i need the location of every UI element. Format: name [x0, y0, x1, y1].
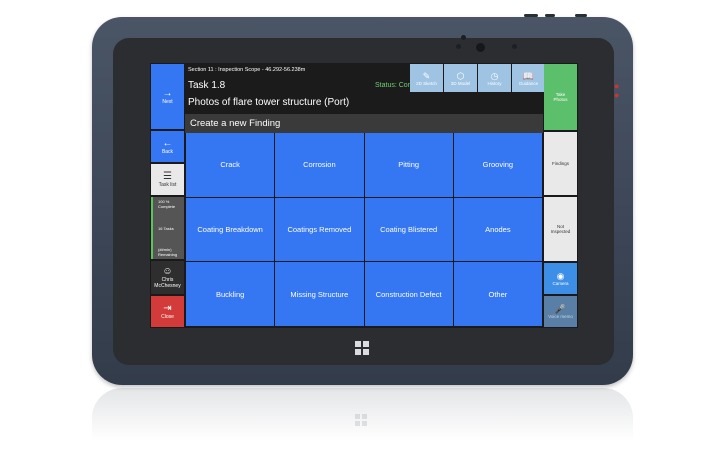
finding-tile[interactable]: Crack [186, 133, 275, 197]
task-list-label: Task list [158, 182, 177, 188]
tablet-top-button [545, 14, 555, 17]
tasks-text: 16 Tasks [158, 225, 174, 231]
sketch-icon: ✎ [422, 70, 431, 81]
3d-model-label: 3D Model [450, 80, 471, 86]
finding-tile[interactable]: Other [453, 262, 542, 326]
finding-tile[interactable]: Pitting [364, 133, 453, 197]
progress-status: 100 % Complete 16 Tasks (##min) Remainin… [151, 197, 184, 259]
windows-reflection-icon [355, 414, 367, 426]
finding-tile[interactable]: Construction Defect [364, 262, 453, 326]
finding-tile[interactable]: Missing Structure [275, 262, 364, 326]
camera-button[interactable]: ◉ Camera [544, 263, 577, 294]
take-photos-button[interactable]: Take Photos [544, 64, 577, 130]
finding-tile[interactable]: Grooving [453, 133, 542, 197]
finding-tile[interactable]: Coatings Removed [275, 197, 364, 262]
task-title: Photos of flare tower structure (Port) [188, 97, 350, 108]
tablet-top-button [575, 14, 587, 17]
user-icon: ☺ [162, 266, 173, 277]
history-button[interactable]: ◷ History [478, 64, 511, 92]
user-button[interactable]: ☺ Chris McChesney [151, 261, 184, 294]
microphone-icon: 🎤 [554, 304, 567, 314]
menu-icon: ☰ [163, 171, 172, 182]
windows-pane [355, 349, 361, 355]
sensor-icon [461, 35, 466, 40]
voice-memo-label: Voice memo [548, 314, 573, 319]
task-list-button[interactable]: ☰ Task list [151, 164, 184, 195]
finding-tile[interactable]: Corrosion [275, 133, 364, 197]
finding-tile[interactable]: Anodes [453, 197, 542, 262]
complete-text: 100 % Complete [158, 199, 176, 209]
voice-memo-button[interactable]: 🎤 Voice memo [544, 296, 577, 327]
next-button[interactable]: → Next [151, 64, 184, 129]
findings-button[interactable]: Findings [544, 132, 577, 195]
exit-icon: ⇥ [163, 303, 172, 314]
clock-icon: ◷ [490, 70, 499, 81]
finding-grid: Crack Corrosion Pitting Grooving Coating… [186, 133, 542, 326]
back-label: Back [161, 149, 174, 155]
windows-pane [363, 349, 369, 355]
3d-model-button[interactable]: ⬡ 3D Model [444, 64, 477, 92]
arrow-left-icon: ← [162, 138, 173, 149]
right-nav: Take Photos Findings Not Inspected ◉ Cam… [543, 63, 578, 328]
remaining-text: (##min) Remaining [158, 247, 178, 257]
finding-tile[interactable]: Coating Breakdown [186, 197, 275, 262]
windows-pane [362, 421, 367, 426]
cube-icon: ⬡ [456, 70, 465, 81]
windows-pane [355, 414, 360, 419]
windows-button-icon[interactable] [355, 341, 369, 355]
windows-pane [355, 341, 361, 347]
guidance-button[interactable]: 📖 Guidance [512, 64, 545, 92]
section-meta: Section 11 : Inspection Scope - 46.292-5… [188, 67, 306, 73]
arrow-right-icon: → [162, 88, 173, 99]
task-number: Task 1.8 [188, 80, 226, 91]
camera-icon: ◉ [556, 271, 565, 281]
book-icon: 📖 [522, 70, 535, 81]
windows-pane [363, 341, 369, 347]
sensor-icon [456, 44, 461, 49]
close-label: Close [161, 314, 174, 320]
tablet-top-button [524, 14, 538, 17]
user-name: Chris McChesney [154, 277, 181, 289]
finding-tile[interactable]: Coating Blistered [364, 197, 453, 262]
indicator-lights-icon: ● ● [614, 81, 620, 100]
next-label: Next [162, 99, 173, 105]
history-label: History [487, 80, 502, 86]
not-inspected-button[interactable]: Not Inspected [544, 197, 577, 261]
camera-label: Camera [552, 281, 569, 286]
back-button[interactable]: ← Back [151, 131, 184, 162]
sensor-icon [512, 44, 517, 49]
app-screen: → Next ← Back ☰ Task list 100 % Complete… [150, 63, 578, 328]
windows-pane [362, 414, 367, 419]
task-header: Section 11 : Inspection Scope - 46.292-5… [185, 63, 545, 114]
finding-tile[interactable]: Buckling [186, 262, 275, 326]
panel-heading: Create a new Finding [185, 114, 543, 133]
left-nav: → Next ← Back ☰ Task list 100 % Complete… [150, 63, 185, 328]
sketch-label: 2D Sketch [416, 80, 437, 86]
windows-pane [355, 421, 360, 426]
close-button[interactable]: ⇥ Close [151, 296, 184, 327]
front-camera-icon [476, 43, 485, 52]
guidance-label: Guidance [518, 80, 539, 86]
sketch-button[interactable]: ✎ 2D Sketch [410, 64, 443, 92]
